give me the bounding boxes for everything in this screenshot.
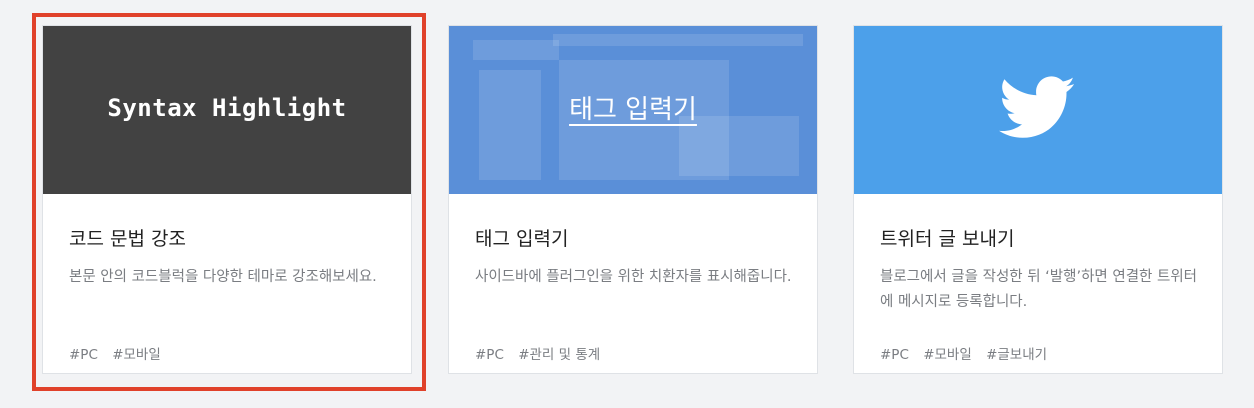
tag: #모바일	[112, 347, 161, 363]
tag: #관리 및 통계	[518, 347, 601, 363]
tag: #글보내기	[986, 347, 1048, 363]
tag: #PC	[69, 347, 98, 363]
card-title: 코드 문법 강조	[69, 228, 186, 250]
thumbnail-text: 태그 입력기	[569, 95, 697, 125]
card-description: 본문 안의 코드블럭을 다양한 테마로 강조해보세요.	[69, 269, 377, 285]
tag: #PC	[880, 347, 909, 363]
plugin-card-syntax-highlight[interactable]: Syntax Highlight 코드 문법 강조 본문 안의 코드블럭을 다양…	[42, 25, 412, 374]
card-thumbnail	[854, 26, 1222, 194]
card-thumbnail: Syntax Highlight	[43, 26, 411, 194]
tag: #모바일	[923, 347, 972, 363]
thumbnail-text: Syntax Highlight	[107, 94, 347, 122]
twitter-bird-icon	[999, 76, 1076, 138]
plugin-card-tag-input[interactable]: 태그 입력기 태그 입력기 사이드바에 플러그인을 위한 치환자를 표시해줍니다…	[448, 25, 818, 374]
card-thumbnail: 태그 입력기	[449, 26, 817, 194]
card-tags: #PC #모바일 #글보내기	[880, 343, 1196, 363]
card-description: 사이드바에 플러그인을 위한 치환자를 표시해줍니다.	[475, 269, 792, 285]
card-title: 태그 입력기	[475, 228, 569, 250]
card-title: 트위터 글 보내기	[880, 228, 1015, 250]
tag: #PC	[475, 347, 504, 363]
card-description: 블로그에서 글을 작성한 뒤 ‘발행’하면 연결한 트위터에 메시지로 등록합니…	[880, 269, 1198, 310]
plugin-card-twitter[interactable]: 트위터 글 보내기 블로그에서 글을 작성한 뒤 ‘발행’하면 연결한 트위터에…	[853, 25, 1223, 374]
card-tags: #PC #모바일	[69, 343, 385, 363]
card-tags: #PC #관리 및 통계	[475, 343, 791, 363]
